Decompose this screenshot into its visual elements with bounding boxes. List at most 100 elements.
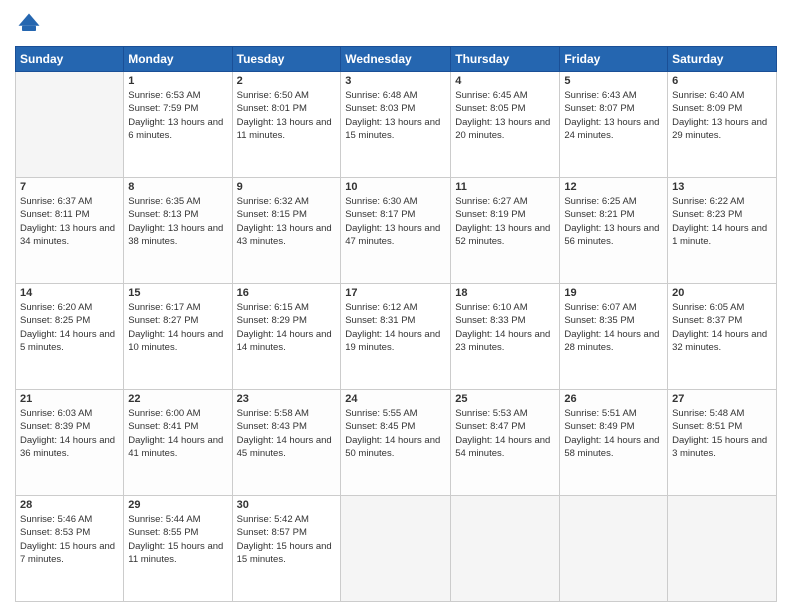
calendar-day-cell: 22 Sunrise: 6:00 AMSunset: 8:41 PMDayligh… bbox=[124, 390, 232, 496]
day-number: 11 bbox=[455, 181, 555, 193]
weekday-header: Saturday bbox=[668, 47, 777, 72]
day-number: 18 bbox=[455, 287, 555, 299]
calendar-day-cell: 5 Sunrise: 6:43 AMSunset: 8:07 PMDaylight… bbox=[560, 72, 668, 178]
day-number: 27 bbox=[672, 393, 772, 405]
day-number: 12 bbox=[564, 181, 663, 193]
calendar-week-row: 7Sunrise: 6:37 AMSunset: 8:11 PMDaylight… bbox=[16, 178, 777, 284]
day-info: Sunrise: 6:48 AMSunset: 8:03 PMDaylight:… bbox=[345, 89, 446, 142]
day-number: 15 bbox=[128, 287, 227, 299]
calendar-week-row: 1Sunrise: 6:53 AMSunset: 7:59 PMDaylight… bbox=[16, 72, 777, 178]
calendar-day-cell bbox=[668, 496, 777, 602]
calendar-day-cell: 13 Sunrise: 6:22 AMSunset: 8:23 PMDayligh… bbox=[668, 178, 777, 284]
day-info: Sunrise: 6:22 AMSunset: 8:23 PMDaylight:… bbox=[672, 195, 772, 248]
calendar-header-row: SundayMondayTuesdayWednesdayThursdayFrid… bbox=[16, 47, 777, 72]
day-number: 9 bbox=[237, 181, 337, 193]
calendar-day-cell: 30 Sunrise: 5:42 AMSunset: 8:57 PMDayligh… bbox=[232, 496, 341, 602]
day-number: 22 bbox=[128, 393, 227, 405]
day-info: Sunrise: 6:43 AMSunset: 8:07 PMDaylight:… bbox=[564, 89, 663, 142]
day-info: Sunrise: 6:40 AMSunset: 8:09 PMDaylight:… bbox=[672, 89, 772, 142]
day-number: 6 bbox=[672, 75, 772, 87]
weekday-header: Sunday bbox=[16, 47, 124, 72]
day-info: Sunrise: 5:42 AMSunset: 8:57 PMDaylight:… bbox=[237, 513, 337, 566]
calendar-day-cell bbox=[341, 496, 451, 602]
calendar-day-cell: 17 Sunrise: 6:12 AMSunset: 8:31 PMDayligh… bbox=[341, 284, 451, 390]
day-number: 23 bbox=[237, 393, 337, 405]
day-info: Sunrise: 5:48 AMSunset: 8:51 PMDaylight:… bbox=[672, 407, 772, 460]
day-info: Sunrise: 6:50 AMSunset: 8:01 PMDaylight:… bbox=[237, 89, 337, 142]
day-info: Sunrise: 6:07 AMSunset: 8:35 PMDaylight:… bbox=[564, 301, 663, 354]
day-number: 16 bbox=[237, 287, 337, 299]
calendar-week-row: 28 Sunrise: 5:46 AMSunset: 8:53 PMDayligh… bbox=[16, 496, 777, 602]
day-info: Sunrise: 6:05 AMSunset: 8:37 PMDaylight:… bbox=[672, 301, 772, 354]
day-number: 8 bbox=[128, 181, 227, 193]
day-number: 19 bbox=[564, 287, 663, 299]
calendar-day-cell: 8 Sunrise: 6:35 AMSunset: 8:13 PMDaylight… bbox=[124, 178, 232, 284]
day-info: Sunrise: 6:12 AMSunset: 8:31 PMDaylight:… bbox=[345, 301, 446, 354]
calendar-day-cell: 14Sunrise: 6:20 AMSunset: 8:25 PMDayligh… bbox=[16, 284, 124, 390]
weekday-header: Wednesday bbox=[341, 47, 451, 72]
day-number: 17 bbox=[345, 287, 446, 299]
day-info: Sunrise: 5:51 AMSunset: 8:49 PMDaylight:… bbox=[564, 407, 663, 460]
calendar-day-cell: 10 Sunrise: 6:30 AMSunset: 8:17 PMDayligh… bbox=[341, 178, 451, 284]
calendar-day-cell: 26 Sunrise: 5:51 AMSunset: 8:49 PMDayligh… bbox=[560, 390, 668, 496]
day-info: Sunrise: 6:25 AMSunset: 8:21 PMDaylight:… bbox=[564, 195, 663, 248]
calendar-day-cell: 29Sunrise: 5:44 AMSunset: 8:55 PMDayligh… bbox=[124, 496, 232, 602]
calendar-day-cell: 15 Sunrise: 6:17 AMSunset: 8:27 PMDayligh… bbox=[124, 284, 232, 390]
day-number: 30 bbox=[237, 499, 337, 511]
calendar-day-cell: 23 Sunrise: 5:58 AMSunset: 8:43 PMDayligh… bbox=[232, 390, 341, 496]
day-info: Sunrise: 5:55 AMSunset: 8:45 PMDaylight:… bbox=[345, 407, 446, 460]
day-info: Sunrise: 6:10 AMSunset: 8:33 PMDaylight:… bbox=[455, 301, 555, 354]
header bbox=[15, 10, 777, 38]
day-info: Sunrise: 6:03 AMSunset: 8:39 PMDaylight:… bbox=[20, 407, 119, 460]
logo-icon bbox=[15, 10, 43, 38]
calendar-table: SundayMondayTuesdayWednesdayThursdayFrid… bbox=[15, 46, 777, 602]
day-info: Sunrise: 6:45 AMSunset: 8:05 PMDaylight:… bbox=[455, 89, 555, 142]
day-info: Sunrise: 6:35 AMSunset: 8:13 PMDaylight:… bbox=[128, 195, 227, 248]
day-info: Sunrise: 5:58 AMSunset: 8:43 PMDaylight:… bbox=[237, 407, 337, 460]
calendar-day-cell: 1Sunrise: 6:53 AMSunset: 7:59 PMDaylight… bbox=[124, 72, 232, 178]
calendar-day-cell: 6 Sunrise: 6:40 AMSunset: 8:09 PMDaylight… bbox=[668, 72, 777, 178]
day-info: Sunrise: 6:17 AMSunset: 8:27 PMDaylight:… bbox=[128, 301, 227, 354]
weekday-header: Tuesday bbox=[232, 47, 341, 72]
weekday-header: Thursday bbox=[451, 47, 560, 72]
day-info: Sunrise: 6:27 AMSunset: 8:19 PMDaylight:… bbox=[455, 195, 555, 248]
day-info: Sunrise: 6:53 AMSunset: 7:59 PMDaylight:… bbox=[128, 89, 227, 142]
calendar-day-cell: 7Sunrise: 6:37 AMSunset: 8:11 PMDaylight… bbox=[16, 178, 124, 284]
day-info: Sunrise: 5:44 AMSunset: 8:55 PMDaylight:… bbox=[128, 513, 227, 566]
calendar-week-row: 21 Sunrise: 6:03 AMSunset: 8:39 PMDayligh… bbox=[16, 390, 777, 496]
day-info: Sunrise: 5:46 AMSunset: 8:53 PMDaylight:… bbox=[20, 513, 119, 566]
day-number: 5 bbox=[564, 75, 663, 87]
calendar-week-row: 14Sunrise: 6:20 AMSunset: 8:25 PMDayligh… bbox=[16, 284, 777, 390]
day-info: Sunrise: 6:37 AMSunset: 8:11 PMDaylight:… bbox=[20, 195, 119, 248]
day-info: Sunrise: 6:15 AMSunset: 8:29 PMDaylight:… bbox=[237, 301, 337, 354]
day-number: 14 bbox=[20, 287, 119, 299]
calendar-day-cell bbox=[560, 496, 668, 602]
calendar-day-cell: 18 Sunrise: 6:10 AMSunset: 8:33 PMDayligh… bbox=[451, 284, 560, 390]
day-number: 10 bbox=[345, 181, 446, 193]
day-number: 28 bbox=[20, 499, 119, 511]
logo bbox=[15, 10, 47, 38]
calendar-day-cell: 24 Sunrise: 5:55 AMSunset: 8:45 PMDayligh… bbox=[341, 390, 451, 496]
weekday-header: Monday bbox=[124, 47, 232, 72]
day-number: 26 bbox=[564, 393, 663, 405]
day-number: 3 bbox=[345, 75, 446, 87]
day-number: 4 bbox=[455, 75, 555, 87]
day-number: 13 bbox=[672, 181, 772, 193]
day-number: 20 bbox=[672, 287, 772, 299]
calendar-day-cell: 19 Sunrise: 6:07 AMSunset: 8:35 PMDayligh… bbox=[560, 284, 668, 390]
calendar-day-cell bbox=[16, 72, 124, 178]
day-number: 25 bbox=[455, 393, 555, 405]
calendar-day-cell: 27 Sunrise: 5:48 AMSunset: 8:51 PMDayligh… bbox=[668, 390, 777, 496]
calendar-day-cell: 2Sunrise: 6:50 AMSunset: 8:01 PMDaylight… bbox=[232, 72, 341, 178]
day-info: Sunrise: 6:30 AMSunset: 8:17 PMDaylight:… bbox=[345, 195, 446, 248]
day-info: Sunrise: 6:00 AMSunset: 8:41 PMDaylight:… bbox=[128, 407, 227, 460]
day-info: Sunrise: 5:53 AMSunset: 8:47 PMDaylight:… bbox=[455, 407, 555, 460]
calendar-day-cell: 11 Sunrise: 6:27 AMSunset: 8:19 PMDayligh… bbox=[451, 178, 560, 284]
calendar-day-cell: 25 Sunrise: 5:53 AMSunset: 8:47 PMDayligh… bbox=[451, 390, 560, 496]
day-number: 24 bbox=[345, 393, 446, 405]
day-number: 21 bbox=[20, 393, 119, 405]
calendar-day-cell: 12 Sunrise: 6:25 AMSunset: 8:21 PMDayligh… bbox=[560, 178, 668, 284]
calendar-day-cell: 21 Sunrise: 6:03 AMSunset: 8:39 PMDayligh… bbox=[16, 390, 124, 496]
calendar-day-cell: 4 Sunrise: 6:45 AMSunset: 8:05 PMDaylight… bbox=[451, 72, 560, 178]
calendar-day-cell: 28 Sunrise: 5:46 AMSunset: 8:53 PMDayligh… bbox=[16, 496, 124, 602]
